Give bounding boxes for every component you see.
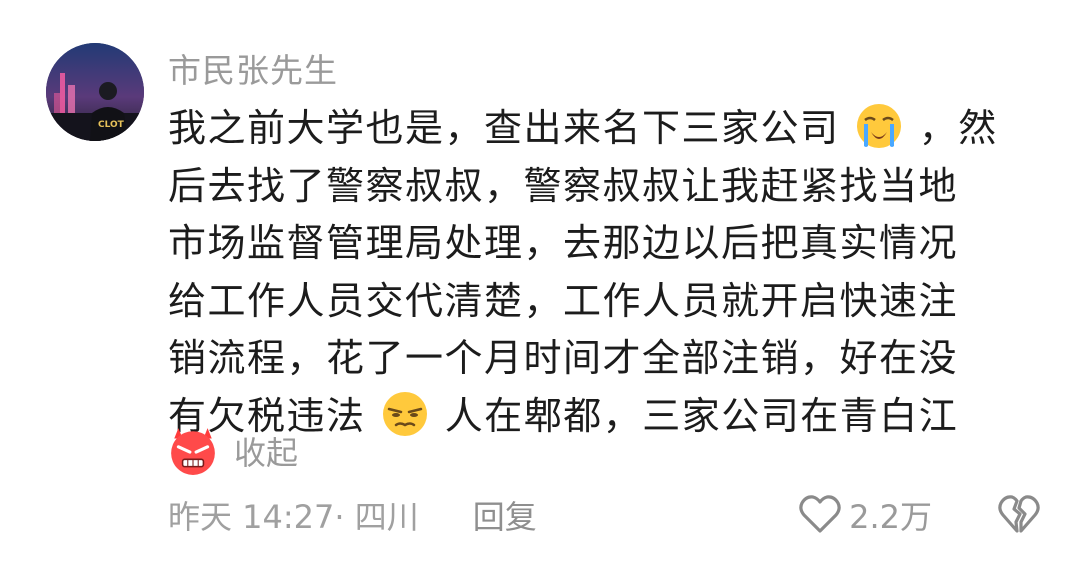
comment-item: CLOT 市民张先生 我之前大学也是，查出来名下三家公司 ，然 后去找了警察叔叔… <box>0 0 1080 567</box>
collapse-button[interactable]: 收起 <box>234 428 298 474</box>
comment-footer: 昨天 14:27· 四川 回复 2.2万 <box>168 490 1040 540</box>
angry-face-emoji <box>171 428 215 475</box>
comment-line: 市场监督管理局处理，去那边以后把真实情况 <box>168 221 959 265</box>
comment-line: 后去找了警察叔叔，警察叔叔让我赶紧找当地 <box>168 163 959 208</box>
comment-line: 给工作人员交代清楚，工作人员就开启快速注 <box>168 278 959 323</box>
avatar[interactable]: CLOT <box>46 43 144 141</box>
dislike-button[interactable] <box>998 495 1040 535</box>
collapse-row: 收起 <box>168 426 298 476</box>
broken-heart-icon <box>998 495 1040 533</box>
unamused-face-emoji <box>383 391 428 436</box>
loudly-crying-face-emoji <box>857 104 902 148</box>
heart-outline-icon <box>799 495 841 533</box>
comment-line: 我之前大学也是，查出来名下三家公司 ，然 <box>168 100 1028 158</box>
reply-button[interactable]: 回复 <box>473 492 537 538</box>
svg-text:CLOT: CLOT <box>98 120 125 130</box>
comment-text: 我之前大学也是，查出来名下三家公司 ，然 后去找了警察叔叔，警察叔叔让我赶紧找当… <box>168 100 1028 445</box>
username[interactable]: 市民张先生 <box>168 44 338 92</box>
like-count: 2.2万 <box>849 498 932 536</box>
like-button[interactable]: 2.2万 <box>799 492 932 538</box>
user-avatar-icon: CLOT <box>46 43 144 141</box>
comment-line: 销流程，花了一个月时间才全部注销，好在没 <box>168 336 959 380</box>
timestamp-location: 昨天 14:27· 四川 <box>168 498 419 536</box>
